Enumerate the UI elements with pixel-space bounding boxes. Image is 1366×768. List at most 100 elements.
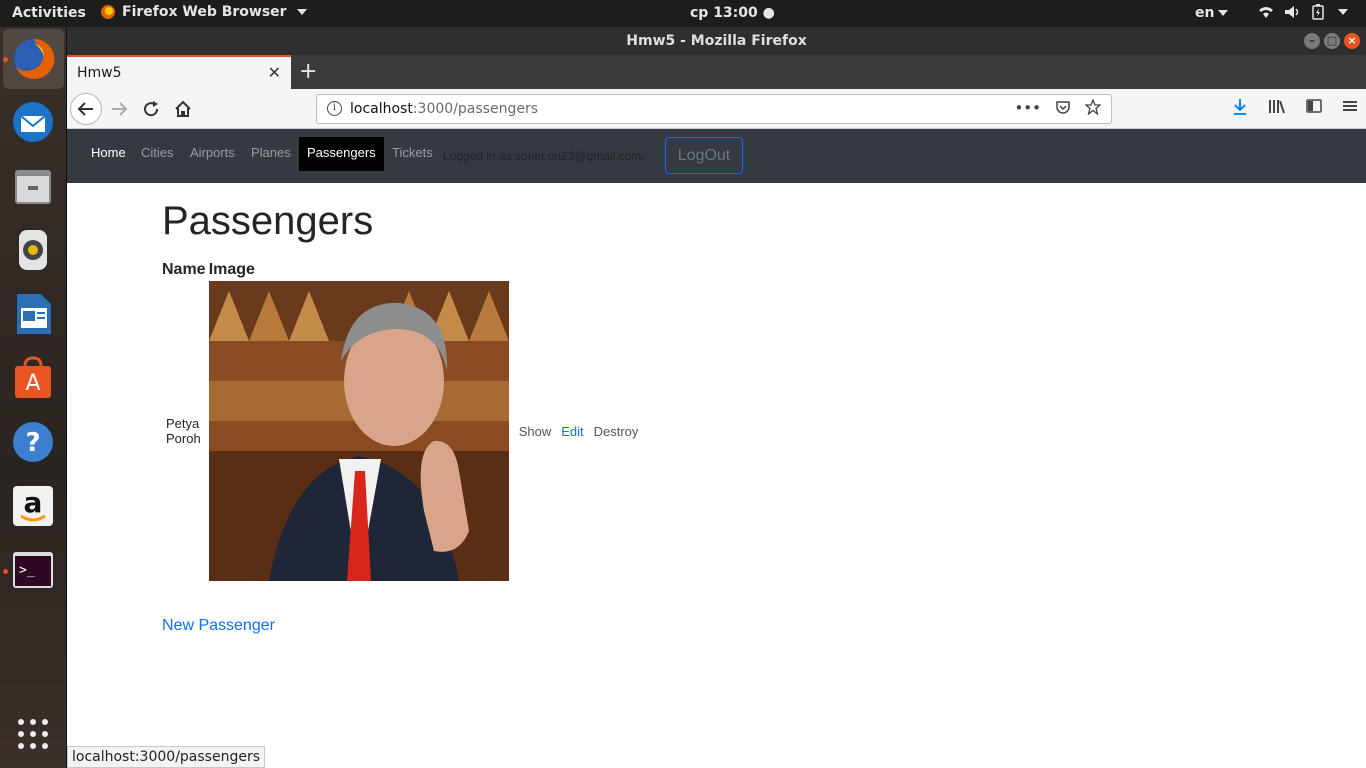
- pocket-icon[interactable]: [1055, 99, 1071, 115]
- hamburger-menu-icon[interactable]: [1342, 98, 1358, 114]
- running-indicator: [3, 57, 8, 62]
- navigation-toolbar: i localhost:3000/passengers •••: [67, 89, 1366, 129]
- nav-passengers[interactable]: Passengers: [299, 137, 384, 171]
- dock-firefox[interactable]: [3, 29, 64, 89]
- system-tray[interactable]: [1258, 4, 1348, 20]
- svg-text:?: ?: [25, 428, 40, 458]
- firefox-window: Hmw5 - Mozilla Firefox – □ × Hmw5 ✕ + i …: [67, 27, 1366, 768]
- new-tab-button[interactable]: +: [299, 59, 317, 84]
- dock-writer[interactable]: [10, 291, 56, 337]
- forward-button[interactable]: [103, 93, 135, 125]
- url-text[interactable]: localhost:3000/passengers: [350, 101, 538, 117]
- activities-button[interactable]: Activities: [12, 5, 86, 21]
- destroy-link[interactable]: Destroy: [594, 424, 639, 439]
- window-titlebar[interactable]: Hmw5 - Mozilla Firefox – □ ×: [67, 27, 1366, 55]
- dock-software[interactable]: A: [10, 355, 56, 401]
- passengers-table: Name Image Petya Poroh Show Edit Destroy: [162, 259, 648, 581]
- dock-amazon[interactable]: a: [10, 483, 56, 529]
- url-bar[interactable]: i localhost:3000/passengers •••: [316, 94, 1112, 124]
- battery-icon: [1312, 4, 1324, 20]
- row-actions: Show Edit Destroy: [519, 281, 649, 581]
- amazon-icon: a: [13, 486, 53, 526]
- nav-home[interactable]: Home: [91, 145, 126, 160]
- thunderbird-icon: [13, 102, 53, 142]
- firefox-icon: [13, 38, 54, 79]
- close-window-button[interactable]: ×: [1344, 33, 1360, 49]
- nav-tickets[interactable]: Tickets: [392, 145, 433, 160]
- app-menu[interactable]: Firefox Web Browser: [100, 4, 307, 20]
- rhythmbox-icon: [19, 230, 47, 270]
- language-indicator[interactable]: en: [1195, 5, 1229, 21]
- page-actions-icon[interactable]: •••: [1014, 99, 1041, 117]
- chevron-down-icon: [1338, 9, 1348, 15]
- url-actions: •••: [1014, 99, 1101, 117]
- wifi-icon: [1259, 7, 1273, 18]
- svg-text:>_: >_: [19, 563, 35, 578]
- dock: A ? a >_: [0, 27, 67, 768]
- reload-icon: [144, 101, 159, 117]
- site-navbar: Home Cities Airports Planes Passengers T…: [67, 129, 1366, 183]
- writer-icon: [17, 294, 51, 334]
- passenger-photo: [208, 281, 509, 581]
- nav-cities[interactable]: Cities: [141, 145, 174, 160]
- show-link[interactable]: Show: [519, 424, 552, 439]
- volume-icon: [1285, 6, 1299, 18]
- dock-help[interactable]: ?: [10, 419, 56, 465]
- software-icon: A: [15, 356, 51, 398]
- language-text: en: [1195, 5, 1215, 21]
- passenger-image-cell: [208, 281, 519, 581]
- download-icon[interactable]: [1232, 98, 1248, 116]
- home-icon: [175, 100, 191, 117]
- window-controls: – □ ×: [1304, 33, 1360, 49]
- help-icon: ?: [13, 422, 53, 462]
- clock[interactable]: cp 13:00 ●: [690, 5, 775, 21]
- forward-arrow-icon: [112, 102, 128, 116]
- home-button[interactable]: [167, 93, 199, 125]
- nav-airports[interactable]: Airports: [190, 145, 235, 160]
- maximize-button[interactable]: □: [1324, 33, 1340, 49]
- tab-hmw5[interactable]: Hmw5 ✕: [67, 55, 291, 89]
- bookmark-star-icon[interactable]: [1085, 99, 1101, 115]
- site-info-icon[interactable]: i: [327, 101, 342, 116]
- running-indicator: [3, 569, 8, 574]
- edit-link[interactable]: Edit: [561, 424, 583, 439]
- dock-rhythmbox[interactable]: [10, 227, 56, 273]
- logout-button[interactable]: LogOut: [665, 137, 743, 174]
- web-content: Home Cities Airports Planes Passengers T…: [67, 129, 1366, 768]
- back-arrow-icon: [77, 102, 93, 116]
- url-host: localhost: [350, 101, 413, 117]
- tab-strip: Hmw5 ✕ +: [67, 55, 1366, 89]
- minimize-button[interactable]: –: [1304, 33, 1320, 49]
- sidebar-icon[interactable]: [1306, 98, 1322, 114]
- apps-grid-icon: [18, 719, 48, 749]
- table-header: Name Image: [162, 259, 648, 281]
- dock-thunderbird[interactable]: [10, 99, 56, 145]
- column-header-name: Name: [162, 261, 206, 278]
- column-header-image: Image: [208, 261, 255, 278]
- new-passenger-link[interactable]: New Passenger: [162, 617, 275, 635]
- notification-dot-icon: ●: [762, 5, 775, 21]
- app-menu-label: Firefox Web Browser: [122, 4, 287, 20]
- chevron-down-icon: [1218, 10, 1229, 16]
- system-top-bar: Activities Firefox Web Browser cp 13:00 …: [0, 0, 1366, 27]
- terminal-icon: >_: [13, 552, 53, 588]
- window-title: Hmw5 - Mozilla Firefox: [626, 33, 807, 49]
- svg-text:a: a: [24, 486, 43, 519]
- library-icon[interactable]: [1268, 98, 1286, 114]
- files-icon: [15, 170, 51, 204]
- url-path: :3000/passengers: [412, 101, 538, 117]
- chevron-down-icon: [296, 9, 307, 15]
- reload-button[interactable]: [135, 93, 167, 125]
- toolbar-right: [1232, 98, 1358, 116]
- nav-planes[interactable]: Planes: [251, 145, 291, 160]
- tab-title: Hmw5: [77, 65, 122, 81]
- passenger-name: Petya Poroh: [166, 416, 201, 446]
- close-tab-icon[interactable]: ✕: [268, 63, 281, 82]
- table-row: Petya Poroh Show Edit Destroy: [162, 281, 648, 581]
- dock-files[interactable]: [10, 163, 56, 209]
- show-applications-button[interactable]: [10, 711, 56, 757]
- clock-text: cp 13:00: [690, 5, 758, 21]
- back-button[interactable]: [70, 93, 102, 125]
- dock-terminal[interactable]: >_: [10, 547, 56, 593]
- page-title: Passengers: [162, 199, 374, 243]
